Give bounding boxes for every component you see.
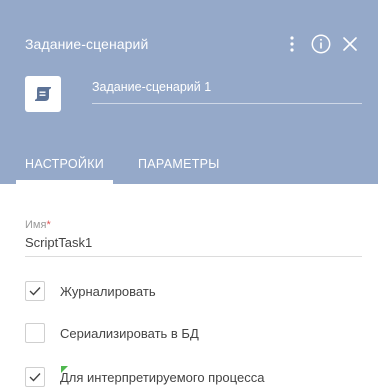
checkbox-row-logging[interactable]: Журналировать <box>25 280 156 302</box>
name-label-text: Имя <box>25 219 47 231</box>
tab-parameters[interactable]: ПАРАМЕТРЫ <box>138 140 220 184</box>
tab-settings[interactable]: НАСТРОЙКИ <box>25 140 104 184</box>
element-name-field[interactable]: Задание-сценарий 1 <box>92 80 362 104</box>
panel-title: Задание-сценарий <box>25 36 149 52</box>
required-asterisk: * <box>46 219 51 231</box>
interpreted-checkbox[interactable] <box>25 367 45 387</box>
tab-bar: НАСТРОЙКИ ПАРАМЕТРЫ <box>0 140 378 184</box>
panel-header: Задание-сценарий Задание-сценарий 1 НАСТ… <box>0 0 378 184</box>
logging-checkbox[interactable] <box>25 281 45 301</box>
checkmark-icon <box>29 287 41 296</box>
script-task-properties-panel: Задание-сценарий Задание-сценарий 1 НАСТ… <box>0 0 378 388</box>
name-field-label: Имя* <box>25 219 51 231</box>
info-icon[interactable] <box>310 32 332 56</box>
close-icon[interactable] <box>340 32 360 56</box>
interpreted-label: Для интерпретируемого процесса <box>60 369 265 385</box>
name-input-value: ScriptTask1 <box>25 235 93 250</box>
active-tab-indicator <box>16 180 113 184</box>
element-name-value: Задание-сценарий 1 <box>92 80 212 94</box>
checkmark-icon <box>29 373 41 382</box>
serialize-checkbox[interactable] <box>25 323 45 343</box>
kebab-menu-icon[interactable] <box>282 32 302 56</box>
logging-label: Журналировать <box>60 283 156 299</box>
script-task-icon <box>25 76 61 112</box>
name-input[interactable]: ScriptTask1 <box>25 233 362 257</box>
serialize-label: Сериализировать в БД <box>60 325 199 341</box>
checkbox-row-serialize[interactable]: Сериализировать в БД <box>25 322 199 344</box>
header-actions <box>282 32 360 56</box>
changed-marker-icon <box>61 366 68 373</box>
